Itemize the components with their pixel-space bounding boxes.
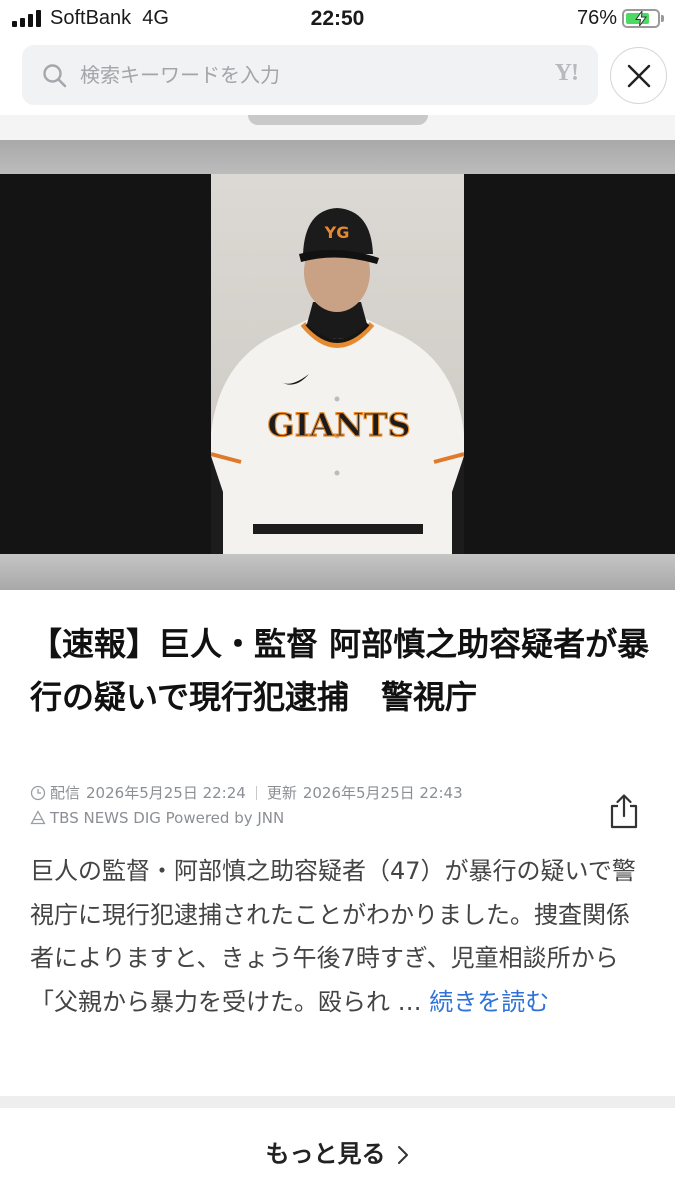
search-input[interactable]	[80, 45, 520, 105]
section-divider	[0, 1096, 675, 1108]
close-button[interactable]	[610, 47, 667, 104]
close-icon	[627, 64, 651, 88]
baseball-player-image: YG GIANTS	[211, 208, 464, 554]
article-headline: 【速報】巨人・監督 阿部慎之助容疑者が暴行の疑いで現行犯逮捕 警視庁	[30, 625, 650, 716]
battery-percent: 76%	[576, 7, 617, 29]
see-more-label: もっと見る	[265, 1140, 386, 1168]
updated-label: 更新	[266, 784, 297, 802]
photo-stage: YG GIANTS	[0, 174, 675, 554]
search-icon	[43, 64, 67, 88]
chevron-right-icon	[397, 1146, 408, 1164]
share-button[interactable]	[606, 792, 642, 830]
clock: 22:50	[310, 7, 365, 30]
see-more-button[interactable]: もっと見る	[0, 1134, 675, 1169]
article-source[interactable]: TBS NEWS DIG Powered by JNN	[30, 809, 284, 827]
updated-date: 2026年5月25日 22:43	[302, 784, 463, 802]
article-dates: 配信 2026年5月25日 22:24 更新 2026年5月25日 22:43	[30, 782, 463, 803]
yahoo-logo: Y!	[554, 60, 579, 86]
player-portrait: YG GIANTS	[211, 174, 464, 554]
article-summary: 巨人の監督・阿部慎之助容疑者（47）が暴行の疑いで警視庁に現行犯逮捕されたことが…	[30, 850, 650, 1024]
media-source-icon	[30, 810, 46, 825]
search-box[interactable]: Y!	[22, 45, 598, 105]
source-name: TBS NEWS DIG Powered by JNN	[50, 809, 285, 827]
published-date: 2026年5月25日 22:24	[86, 784, 246, 802]
status-bar: SoftBank 4G 22:50 76%	[0, 0, 675, 40]
pull-tab	[248, 115, 428, 125]
charging-bolt-icon	[635, 11, 647, 26]
jersey-wordmark: GIANTS	[267, 406, 410, 444]
search-header: Y!	[0, 40, 675, 115]
read-more-link[interactable]: 続きを読む	[429, 988, 549, 1016]
share-icon	[610, 794, 638, 829]
more-section: もっと見る	[0, 1108, 675, 1200]
battery-icon	[622, 9, 664, 28]
clock-icon	[30, 785, 46, 800]
svg-text:YG: YG	[324, 223, 350, 242]
article-photo[interactable]: YG GIANTS	[0, 140, 675, 590]
published-label: 配信	[50, 784, 81, 802]
